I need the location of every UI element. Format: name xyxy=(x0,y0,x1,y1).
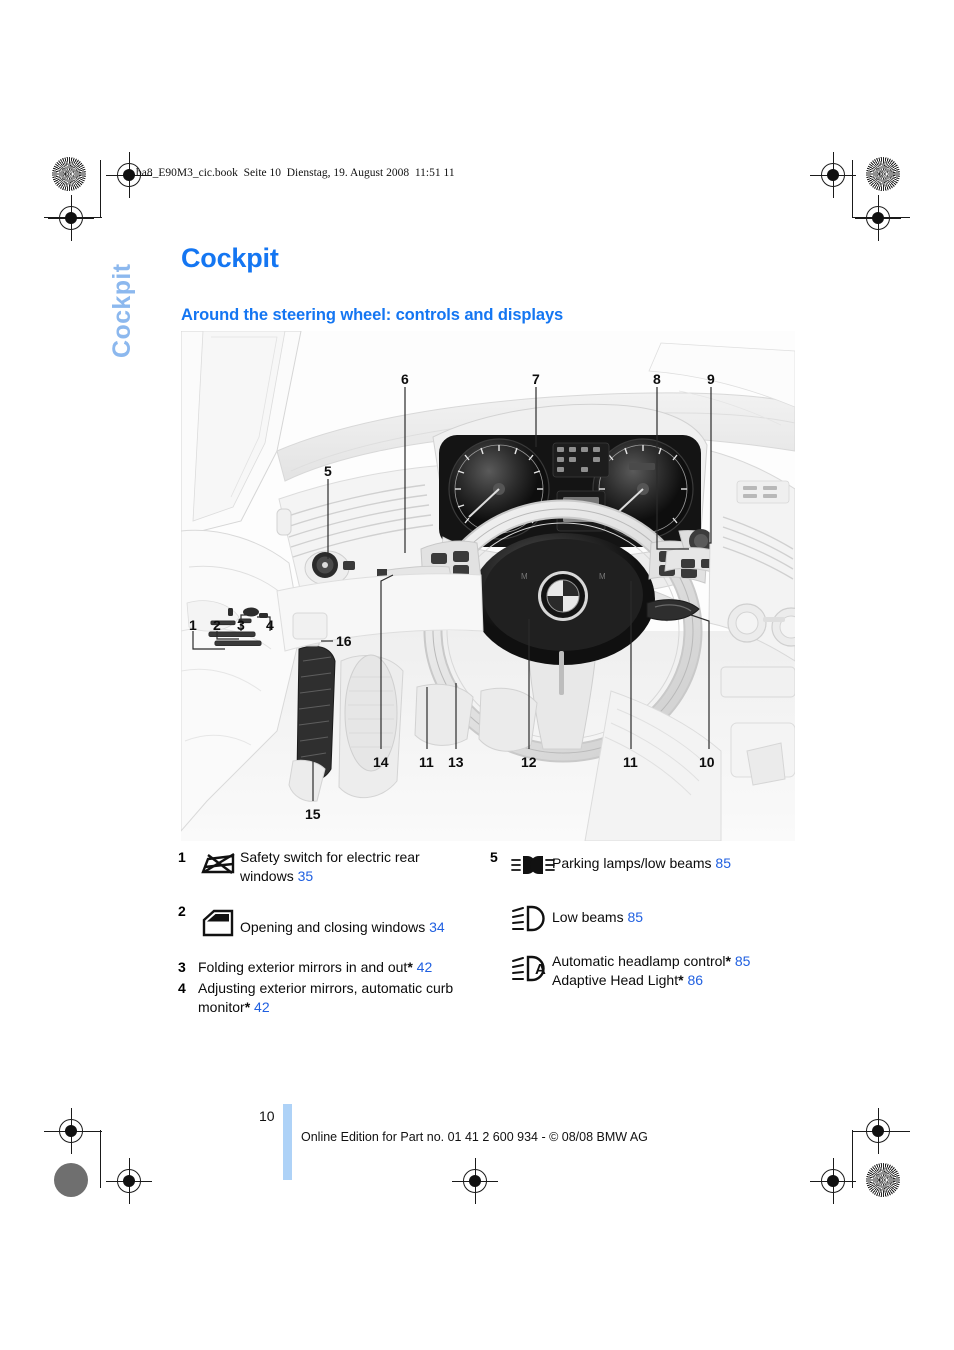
callout-14: 14 xyxy=(373,754,389,770)
callout-1: 1 xyxy=(189,617,197,633)
callout-16: 16 xyxy=(336,633,352,649)
trim-line-top-left xyxy=(100,160,102,218)
legend-item-5: 5 Parking lamps/low beams 85 xyxy=(490,848,798,886)
registration-mark-bottom-left xyxy=(48,1108,94,1154)
option-asterisk: * xyxy=(725,953,731,969)
legend-number: 2 xyxy=(178,903,186,919)
legend-page-ref[interactable]: 34 xyxy=(429,919,445,935)
legend-item-3: 3 Folding exterior mirrors in and out* 4… xyxy=(178,958,488,977)
legend-line-2: Adaptive Head Light xyxy=(552,972,679,988)
legend-page-ref-2[interactable]: 86 xyxy=(687,972,703,988)
legend-line-1: Low beams xyxy=(552,909,624,925)
rosette-mark-top-right xyxy=(866,157,900,191)
callout-11-right: 11 xyxy=(623,754,638,770)
legend-page-ref[interactable]: 42 xyxy=(417,959,433,975)
callout-2: 2 xyxy=(213,617,221,633)
rear-window-safety-switch-icon xyxy=(198,848,240,882)
rosette-mark-bottom-right xyxy=(866,1163,900,1197)
svg-text:A: A xyxy=(535,961,546,978)
parking-lamps-icon xyxy=(510,852,555,886)
section-title: Around the steering wheel: controls and … xyxy=(181,305,564,324)
callout-12: 12 xyxy=(521,754,537,770)
legend-line-2: windows xyxy=(240,868,294,884)
legend-number: 5 xyxy=(490,849,498,865)
legend-number: 4 xyxy=(178,980,186,996)
legend-page-ref[interactable]: 42 xyxy=(254,999,270,1015)
legend-text: Safety switch for electric rear windows … xyxy=(240,848,420,886)
legend-page-ref[interactable]: 85 xyxy=(735,953,751,969)
legend-number: 3 xyxy=(178,959,186,975)
svg-text:M: M xyxy=(599,572,606,581)
registration-mark-top-left xyxy=(48,195,94,241)
registration-mark-bottom-center xyxy=(452,1158,498,1204)
legend-item-2: 2 Opening and closing windows 34 xyxy=(178,902,488,942)
legend-line-1: Adjusting exterior mirrors, automatic cu… xyxy=(198,980,454,996)
cockpit-illustration: M M 1 2 3 4 5 6 7 8 9 10 11 11 12 13 14 … xyxy=(181,331,795,841)
registration-mark-top-right-2 xyxy=(810,152,856,198)
legend-line-1: Folding exterior mirrors in and out xyxy=(198,959,408,975)
footer-text: Online Edition for Part no. 01 41 2 600 … xyxy=(301,1130,648,1144)
callout-5: 5 xyxy=(324,463,332,479)
legend-line-1: Automatic headlamp control xyxy=(552,953,726,969)
option-asterisk: * xyxy=(678,972,684,988)
registration-mark-bottom-slug xyxy=(106,1158,152,1204)
callout-13: 13 xyxy=(448,754,464,770)
legend-right-column: 5 Parking lamps/low beams 85 Low beams 8… xyxy=(490,848,798,994)
page-title: Cockpit xyxy=(181,243,279,274)
legend-text: Automatic headlamp control* 85 Adaptive … xyxy=(552,950,750,990)
svg-text:M: M xyxy=(521,572,528,581)
option-asterisk: * xyxy=(244,999,251,1015)
legend-text: Adjusting exterior mirrors, automatic cu… xyxy=(198,979,453,1017)
folio-accent-bar xyxy=(283,1104,292,1180)
callout-7: 7 xyxy=(532,371,540,387)
legend-line-1: Opening and closing windows xyxy=(240,918,426,935)
callout-15: 15 xyxy=(305,806,321,822)
legend-page-ref[interactable]: 85 xyxy=(627,909,643,925)
callout-6: 6 xyxy=(401,371,409,387)
legend-item-automatic-headlamp: A Automatic headlamp control* 85 Adaptiv… xyxy=(490,950,798,990)
print-slug: ba8_E90M3_cic.book Seite 10 Dienstag, 19… xyxy=(136,167,455,179)
legend-item-4: 4 Adjusting exterior mirrors, automatic … xyxy=(178,979,488,1017)
legend-line-1: Safety switch for electric rear xyxy=(240,849,420,865)
legend-text: Parking lamps/low beams 85 xyxy=(552,848,731,873)
chapter-tab-cockpit: Cockpit xyxy=(108,263,136,358)
registration-mark-bottom-right xyxy=(855,1108,901,1154)
legend-number: 1 xyxy=(178,849,186,865)
legend-text: Low beams 85 xyxy=(552,902,643,927)
registration-mark-top-right xyxy=(855,195,901,241)
low-beams-icon xyxy=(510,904,552,938)
registration-mark-bottom-right-2 xyxy=(810,1158,856,1204)
option-asterisk: * xyxy=(407,959,413,975)
callout-11-left: 11 xyxy=(419,754,434,770)
callout-4: 4 xyxy=(266,617,274,633)
legend-text: Folding exterior mirrors in and out* 42 xyxy=(198,958,432,977)
legend-left-column: 1 Safety switch for electric rear window… xyxy=(178,848,488,1021)
automatic-headlamp-control-icon: A xyxy=(510,954,552,988)
legend-item-1: 1 Safety switch for electric rear window… xyxy=(178,848,488,886)
legend-text: Opening and closing windows 34 xyxy=(240,908,445,937)
legend-page-ref[interactable]: 35 xyxy=(298,868,314,884)
rosette-mark-top-left xyxy=(52,157,86,191)
callout-3: 3 xyxy=(237,617,245,633)
page-number: 10 xyxy=(259,1108,275,1124)
legend-page-ref[interactable]: 85 xyxy=(715,855,731,871)
legend-line-2: monitor xyxy=(198,999,245,1015)
car-window-icon xyxy=(198,908,240,942)
callout-9: 9 xyxy=(707,371,715,387)
legend-line-1: Parking lamps/low beams xyxy=(552,855,712,871)
trim-line-bottom-left xyxy=(100,1130,102,1188)
callout-8: 8 xyxy=(653,371,661,387)
solid-mark-bottom-left xyxy=(54,1163,88,1197)
callout-10: 10 xyxy=(699,754,715,770)
legend-item-low-beams: Low beams 85 xyxy=(490,902,798,938)
